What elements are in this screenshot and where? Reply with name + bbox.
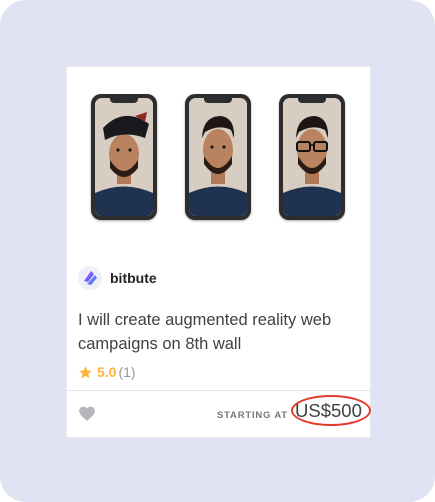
phone-mockup-hat [91,94,157,220]
gig-thumbnail[interactable] [67,67,370,247]
phone-mockup-plain [185,94,251,220]
seller-name[interactable]: bitbute [110,270,157,286]
rating-count: (1) [118,364,136,380]
star-icon [79,365,92,378]
background-frame: bitbute I will create augmented reality … [0,0,435,502]
heart-icon[interactable] [78,405,96,422]
rating-score: 5.0 [97,364,117,380]
seller-avatar[interactable] [78,266,102,290]
card-divider [67,390,370,391]
phone-mockup-glasses [279,94,345,220]
gig-card[interactable]: bitbute I will create augmented reality … [66,66,371,438]
price-highlight-annotation [291,395,371,426]
starting-at-label: STARTING AT [217,410,288,421]
seller-info[interactable]: bitbute [78,265,157,291]
gig-title[interactable]: I will create augmented reality web camp… [78,308,368,356]
gig-rating: 5.0 (1) [78,364,136,380]
